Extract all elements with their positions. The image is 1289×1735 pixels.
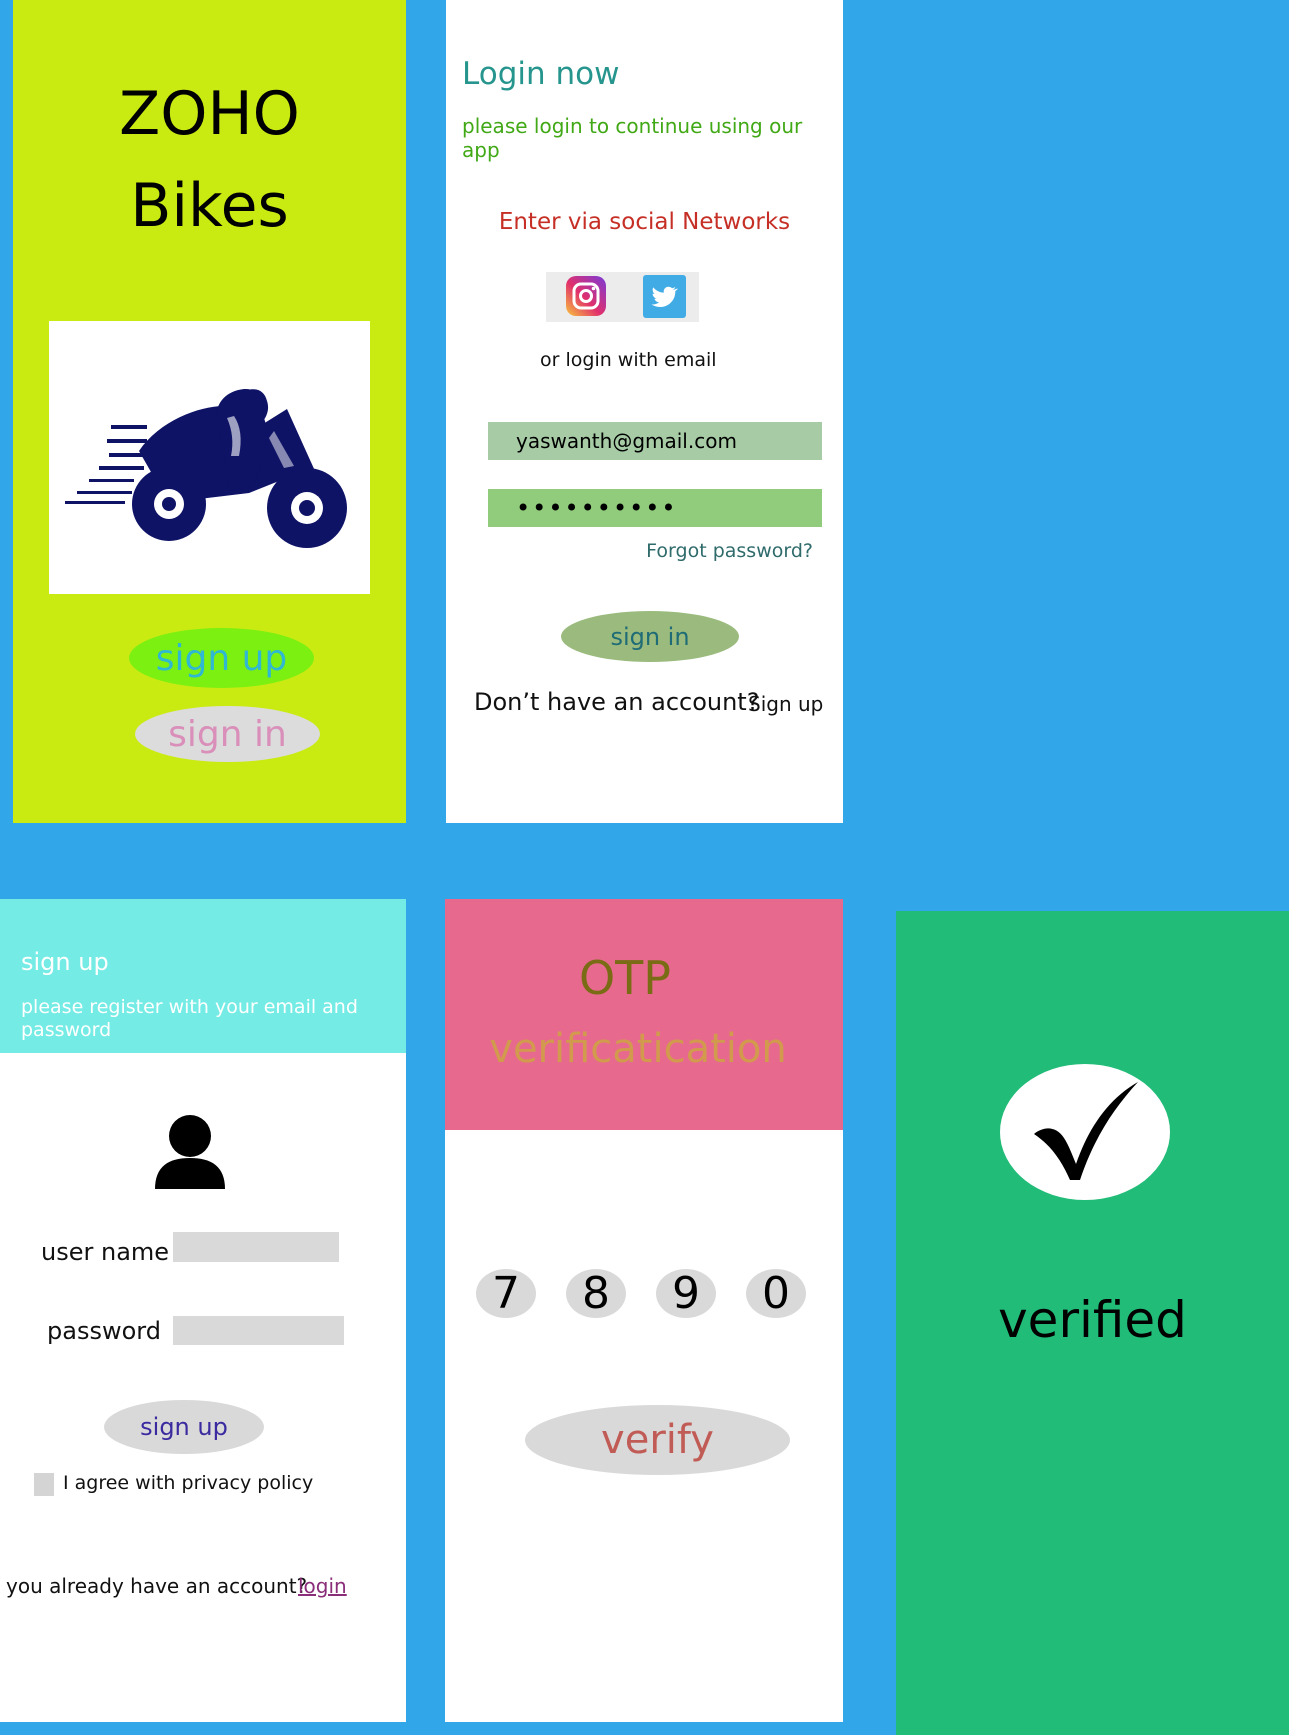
otp-digit-1[interactable]: 7 xyxy=(476,1268,536,1319)
verified-label: verified xyxy=(998,1291,1187,1349)
signin-button[interactable]: sign in xyxy=(561,611,739,662)
signup-header: sign up please register with your email … xyxy=(0,899,406,1053)
otp-digit-4[interactable]: 0 xyxy=(746,1268,806,1319)
signin-button[interactable]: sign in xyxy=(135,706,320,762)
page-title: OTP xyxy=(578,951,672,1005)
instagram-icon[interactable] xyxy=(566,276,606,316)
logo-box xyxy=(49,321,370,594)
forgot-password-link[interactable]: Forgot password? xyxy=(646,540,813,562)
verify-button[interactable]: verify xyxy=(525,1405,790,1475)
username-input[interactable] xyxy=(173,1232,339,1262)
password-label: password xyxy=(47,1317,161,1345)
page-title: Login now xyxy=(462,56,620,92)
privacy-agree-label: I agree with privacy policy xyxy=(63,1472,314,1494)
page-subtitle: please register with your email and pass… xyxy=(21,996,358,1041)
checkmark-icon xyxy=(1034,1082,1138,1180)
username-label: user name xyxy=(41,1238,170,1266)
login-link[interactable]: login xyxy=(298,1574,347,1598)
user-icon xyxy=(155,1115,225,1189)
email-field[interactable]: yaswanth@gmail.com xyxy=(488,422,822,460)
no-account-text: Don’t have an account? xyxy=(474,688,760,716)
have-account-text: you already have an account? xyxy=(6,1574,308,1598)
signup-button[interactable]: sign up xyxy=(129,628,314,688)
page-title: sign up xyxy=(21,948,109,976)
otp-screen: OTP verificatication 7 8 9 0 verify xyxy=(445,899,843,1722)
twitter-icon[interactable] xyxy=(643,275,686,318)
otp-header: OTP verificatication xyxy=(445,899,843,1130)
check-badge xyxy=(1000,1064,1170,1200)
password-input[interactable] xyxy=(173,1316,344,1345)
privacy-checkbox[interactable] xyxy=(34,1473,54,1496)
signup-screen: sign up please register with your email … xyxy=(0,899,406,1722)
brand-title-line1: ZOHO xyxy=(119,79,300,149)
page-subtitle: verificatication xyxy=(489,1026,787,1072)
signup-link[interactable]: Sign up xyxy=(748,692,823,716)
brand-title-line2: Bikes xyxy=(130,171,289,241)
social-label: Enter via social Networks xyxy=(498,209,791,235)
signup-button[interactable]: sign up xyxy=(104,1400,264,1454)
verified-screen: verified xyxy=(896,911,1289,1735)
page-subtitle: please login to continue using our app xyxy=(462,114,803,162)
social-buttons xyxy=(546,272,699,322)
motorcycle-rider-icon xyxy=(65,388,347,548)
otp-digit-2[interactable]: 8 xyxy=(566,1268,626,1319)
password-field[interactable]: •••••••••• xyxy=(488,489,822,527)
otp-digit-3[interactable]: 9 xyxy=(656,1268,716,1319)
login-screen: Login now please login to continue using… xyxy=(446,0,843,823)
or-login-email-text: or login with email xyxy=(540,349,717,371)
splash-screen: ZOHO Bikes sign up sign in xyxy=(13,0,406,823)
